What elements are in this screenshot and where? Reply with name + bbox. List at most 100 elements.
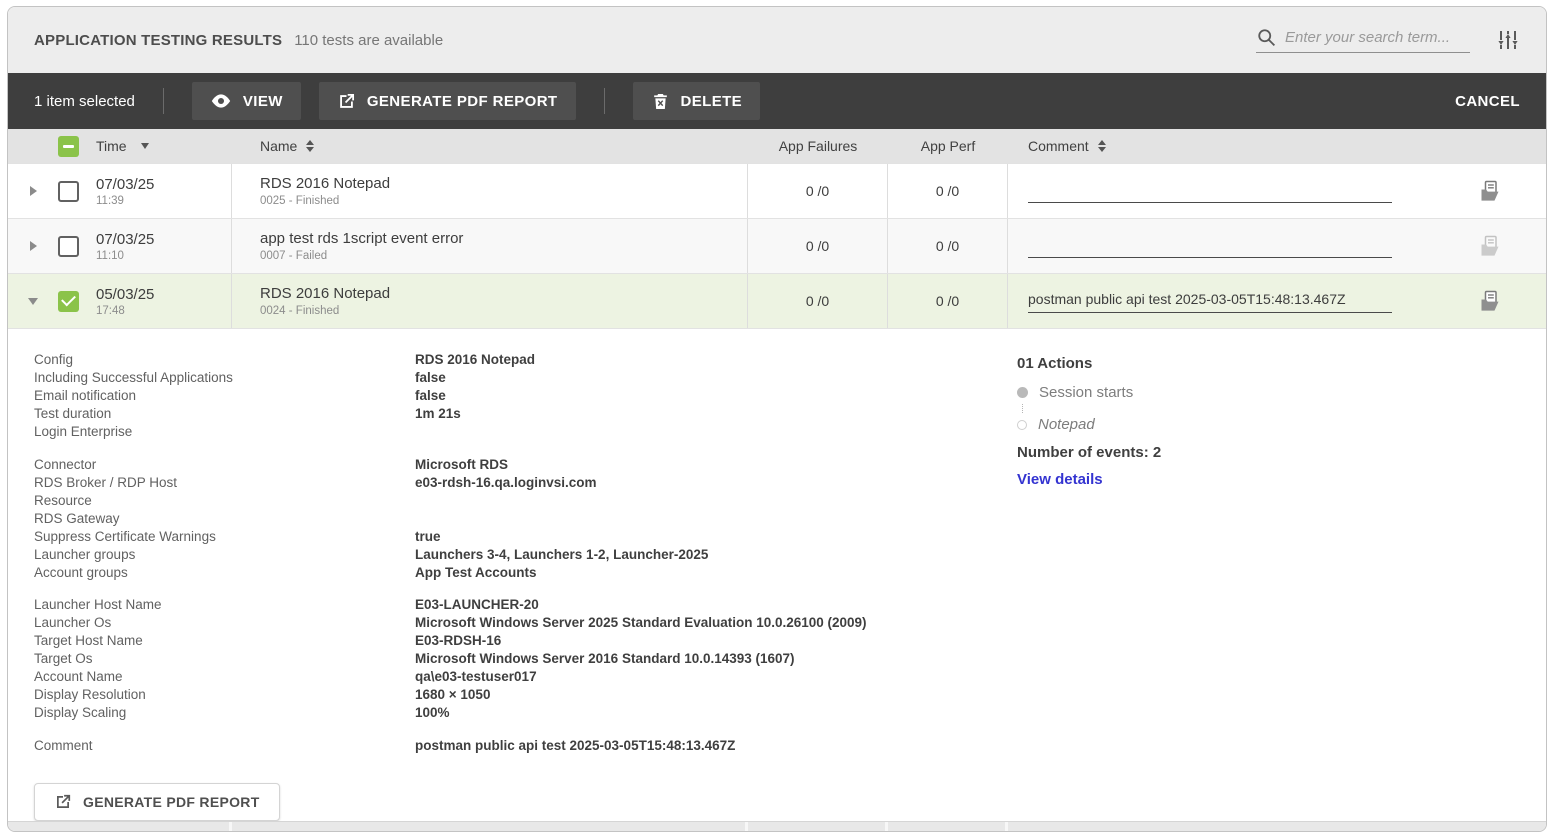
expand-row-button[interactable] [8, 241, 58, 251]
action-item: Notepad [1017, 416, 1161, 433]
detail-label: Account Name [34, 668, 415, 686]
page-header: APPLICATION TESTING RESULTS 110 tests ar… [8, 7, 1546, 73]
detail-value: e03-rdsh-16.qa.loginvsi.com [415, 474, 597, 492]
table-row[interactable]: 07/03/25 11:10 app test rds 1script even… [8, 218, 1546, 273]
row-checkbox[interactable] [58, 181, 79, 202]
toolbar-divider [604, 88, 605, 114]
delete-button[interactable]: DELETE [633, 82, 761, 120]
app-window: APPLICATION TESTING RESULTS 110 tests ar… [7, 6, 1547, 832]
detail-label: Target Host Name [34, 632, 415, 650]
open-report-folder-icon [1478, 234, 1502, 258]
detail-label: Config [34, 351, 415, 369]
sort-both-icon[interactable] [306, 140, 314, 152]
search-input[interactable] [1285, 29, 1470, 46]
detail-value: Microsoft RDS [415, 456, 508, 474]
test-status: 0025 - Finished [260, 195, 390, 207]
detail-value: Launchers 3-4, Launchers 1-2, Launcher-2… [415, 546, 708, 564]
chevron-right-icon [30, 241, 37, 251]
row-checkbox[interactable] [58, 236, 79, 257]
next-row-partial [8, 821, 1546, 831]
expand-row-button[interactable] [8, 186, 58, 196]
detail-label: Resource [34, 492, 415, 510]
view-details-link[interactable]: View details [1017, 471, 1103, 488]
selection-count: 1 item selected [34, 93, 135, 110]
comment-input[interactable] [1028, 234, 1392, 258]
comment-input[interactable] [1028, 289, 1392, 313]
open-report-folder-icon[interactable] [1478, 289, 1502, 313]
row-time: 11:10 [96, 250, 154, 262]
column-comment[interactable]: Comment [1028, 138, 1089, 154]
detail-label: Display Resolution [34, 686, 415, 704]
test-details-panel: ConfigRDS 2016 Notepad Including Success… [8, 328, 1546, 821]
open-in-new-icon [337, 92, 356, 111]
column-time[interactable]: Time [96, 138, 127, 154]
environment-group: Launcher Host NameE03-LAUNCHER-20 Launch… [34, 596, 1546, 722]
test-status: 0024 - Finished [260, 305, 390, 317]
open-in-new-icon [54, 793, 72, 811]
selection-toolbar: 1 item selected VIEW GENERATE PDF REPORT… [8, 73, 1546, 129]
connector-group: ConnectorMicrosoft RDS RDS Broker / RDP … [34, 456, 1546, 582]
events-count: Number of events: 2 [1017, 444, 1161, 461]
eye-icon [210, 90, 232, 112]
column-app-perf[interactable]: App Perf [921, 138, 975, 154]
app-failures-value: 0 /0 [806, 293, 829, 309]
detail-value: false [415, 387, 446, 405]
detail-label: Email notification [34, 387, 415, 405]
detail-label: Launcher groups [34, 546, 415, 564]
sort-both-icon[interactable] [1098, 140, 1106, 152]
search-box[interactable] [1256, 27, 1470, 53]
table-row[interactable]: 07/03/25 11:39 RDS 2016 Notepad 0025 - F… [8, 163, 1546, 218]
generate-pdf-report-button[interactable]: GENERATE PDF REPORT [319, 82, 576, 120]
detail-label: Target Os [34, 650, 415, 668]
detail-value: qa\e03-testuser017 [415, 668, 537, 686]
filled-bullet-icon [1017, 387, 1028, 398]
collapse-row-button[interactable] [8, 298, 58, 305]
view-button[interactable]: VIEW [192, 82, 301, 120]
page-title: APPLICATION TESTING RESULTS [34, 32, 282, 49]
app-perf-value: 0 /0 [936, 293, 959, 309]
app-perf-value: 0 /0 [936, 238, 959, 254]
generate-pdf-report-button-secondary[interactable]: GENERATE PDF REPORT [34, 783, 280, 821]
tests-available-count: 110 tests are available [294, 32, 443, 49]
comment-input[interactable] [1028, 179, 1392, 203]
detail-label: RDS Broker / RDP Host [34, 474, 415, 492]
chevron-down-icon [28, 298, 38, 305]
row-checkbox-checked[interactable] [58, 291, 79, 312]
cancel-button[interactable]: CANCEL [1455, 93, 1520, 110]
trash-x-icon [651, 92, 670, 111]
detail-value: Microsoft Windows Server 2025 Standard E… [415, 614, 867, 632]
action-item: Session starts [1017, 384, 1161, 401]
detail-value: Microsoft Windows Server 2016 Standard 1… [415, 650, 795, 668]
row-time: 11:39 [96, 195, 154, 207]
hollow-bullet-icon [1017, 420, 1027, 430]
select-all-checkbox[interactable] [58, 136, 79, 157]
column-app-failures[interactable]: App Failures [779, 138, 858, 154]
detail-label: Suppress Certificate Warnings [34, 528, 415, 546]
table-row-selected[interactable]: 05/03/25 17:48 RDS 2016 Notepad 0024 - F… [8, 273, 1546, 328]
table-header: Time Name App Failures App Perf Comment [8, 129, 1546, 163]
filter-sliders-icon[interactable] [1496, 28, 1520, 52]
detail-label: Launcher Os [34, 614, 415, 632]
test-name: RDS 2016 Notepad [260, 175, 390, 192]
detail-value: 100% [415, 704, 450, 722]
detail-value: E03-RDSH-16 [415, 632, 501, 650]
row-date: 05/03/25 [96, 286, 154, 303]
app-failures-value: 0 /0 [806, 183, 829, 199]
column-name[interactable]: Name [260, 138, 297, 154]
test-name: RDS 2016 Notepad [260, 285, 390, 302]
detail-value: true [415, 528, 441, 546]
detail-label: Display Scaling [34, 704, 415, 722]
open-report-folder-icon[interactable] [1478, 179, 1502, 203]
detail-value: RDS 2016 Notepad [415, 351, 535, 369]
row-time: 17:48 [96, 305, 154, 317]
app-perf-value: 0 /0 [936, 183, 959, 199]
detail-label: Launcher Host Name [34, 596, 415, 614]
sort-desc-icon[interactable] [141, 143, 149, 149]
search-icon [1256, 27, 1277, 48]
app-failures-value: 0 /0 [806, 238, 829, 254]
detail-label: Connector [34, 456, 415, 474]
detail-value: 1680 × 1050 [415, 686, 490, 704]
detail-label: Test duration [34, 405, 415, 423]
detail-label: Including Successful Applications [34, 369, 415, 387]
actions-panel: 01 Actions Session starts Notepad Number… [1017, 355, 1161, 488]
